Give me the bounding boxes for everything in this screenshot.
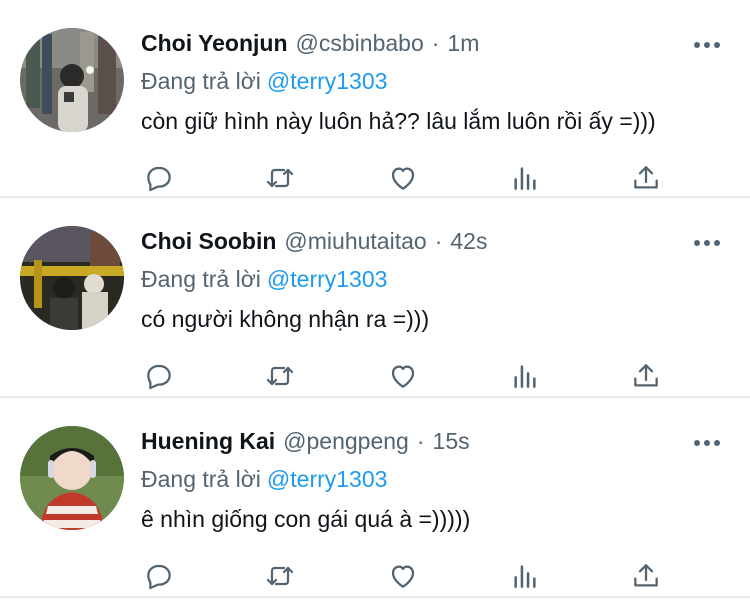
avatar[interactable] [20,426,124,530]
share-button[interactable] [628,358,664,394]
reply-icon [147,364,171,390]
heart-icon [391,565,415,588]
timestamp[interactable]: 42s [450,228,487,255]
more-dot [714,440,720,446]
replying-to: Đang trả lời @terry1303 [141,462,726,496]
reply-timeline: Choi Yeonjun @csbinbabo · 1m Đang trả lờ… [0,0,750,598]
reply-icon [147,166,171,192]
retweet-icon [266,566,294,586]
mention-link[interactable]: @terry1303 [267,266,388,292]
action-bar [141,558,661,598]
handle[interactable]: @miuhutaitao [284,228,426,255]
share-button[interactable] [628,558,664,594]
more-dot [714,42,720,48]
handle[interactable]: @pengpeng [283,428,409,455]
share-button[interactable] [628,160,664,196]
share-icon [634,564,658,587]
separator-dot: · [434,228,443,254]
like-button[interactable] [385,358,421,394]
display-name[interactable]: Huening Kai [141,428,275,455]
more-options-button[interactable] [694,240,720,246]
avatar[interactable] [20,226,124,330]
display-name[interactable]: Choi Yeonjun [141,30,288,57]
mention-link[interactable]: @terry1303 [267,466,388,492]
analytics-icon [514,167,536,190]
tweet[interactable]: Huening Kai @pengpeng · 15s Đang trả lời… [0,398,750,598]
retweet-icon [266,168,294,188]
reply-prefix: Đang trả lời [141,266,261,292]
more-dot [704,240,710,246]
analytics-button[interactable] [507,358,543,394]
share-icon [634,166,658,189]
display-name[interactable]: Choi Soobin [141,228,276,255]
timestamp[interactable]: 15s [433,428,470,455]
handle[interactable]: @csbinbabo [296,30,424,57]
more-options-button[interactable] [694,440,720,446]
reply-button[interactable] [141,358,177,394]
more-options-button[interactable] [694,42,720,48]
tweet-text: còn giữ hình này luôn hả?? lâu lắm luôn … [141,108,656,134]
more-dot [704,42,710,48]
action-bar [141,358,661,398]
more-dot [704,440,710,446]
reply-icon [147,564,171,590]
analytics-button[interactable] [507,160,543,196]
heart-icon [391,365,415,388]
tweet-text: có người không nhận ra =))) [141,306,430,332]
timestamp[interactable]: 1m [447,30,479,57]
more-horizontal-icon [694,440,700,446]
analytics-icon [514,365,536,388]
replying-to: Đang trả lời @terry1303 [141,64,726,98]
tweet[interactable]: Choi Yeonjun @csbinbabo · 1m Đang trả lờ… [0,0,750,198]
more-dot [714,240,720,246]
mention-link[interactable]: @terry1303 [267,68,388,94]
share-icon [634,364,658,387]
reply-prefix: Đang trả lời [141,466,261,492]
heart-icon [391,167,415,190]
analytics-button[interactable] [507,558,543,594]
more-horizontal-icon [694,42,700,48]
tweet[interactable]: Choi Soobin @miuhutaitao · 42s Đang trả … [0,198,750,398]
separator-dot: · [431,30,440,56]
tweet-text: ê nhìn giống con gái quá à =))))) [141,506,471,532]
reply-button[interactable] [141,558,177,594]
action-bar [141,160,661,200]
retweet-button[interactable] [262,160,298,196]
like-button[interactable] [385,160,421,196]
reply-prefix: Đang trả lời [141,68,261,94]
replying-to: Đang trả lời @terry1303 [141,262,726,296]
reply-button[interactable] [141,160,177,196]
like-button[interactable] [385,558,421,594]
retweet-icon [266,366,294,386]
retweet-button[interactable] [262,558,298,594]
separator-dot: · [416,428,425,454]
analytics-icon [514,565,536,588]
more-horizontal-icon [694,240,700,246]
avatar[interactable] [20,28,124,132]
retweet-button[interactable] [262,358,298,394]
